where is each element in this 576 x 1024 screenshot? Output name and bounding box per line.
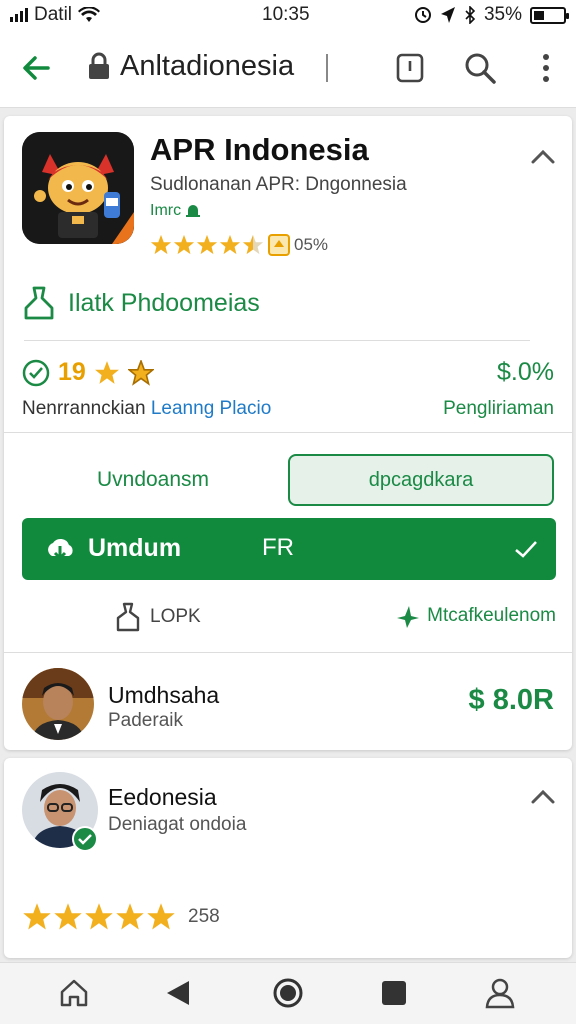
star-full-icon bbox=[196, 234, 218, 255]
back-arrow-icon[interactable] bbox=[18, 50, 54, 86]
verified-badge-icon bbox=[72, 826, 98, 852]
verified-icon bbox=[22, 359, 50, 386]
star-full-icon bbox=[219, 234, 241, 255]
signal-icon bbox=[10, 8, 28, 22]
badge-icon bbox=[268, 234, 290, 256]
stats-label-right: Pengliriaman bbox=[443, 398, 554, 419]
stats-rating: 19 bbox=[22, 358, 154, 387]
rating-stars bbox=[150, 234, 264, 256]
review-rating: 258 bbox=[22, 902, 220, 932]
seller-name: Umdhsaha bbox=[108, 682, 220, 708]
divider bbox=[24, 340, 530, 341]
stats-value: 19 bbox=[58, 358, 86, 386]
star-icon bbox=[94, 360, 119, 384]
tab-switcher-icon[interactable] bbox=[392, 50, 428, 86]
star-full-icon bbox=[147, 903, 175, 930]
star-outline-icon bbox=[127, 359, 154, 386]
app-rating: 05% bbox=[150, 234, 328, 256]
star-half-icon bbox=[242, 234, 264, 255]
wifi-icon bbox=[78, 7, 101, 22]
divider bbox=[4, 432, 572, 433]
more-options-icon[interactable] bbox=[528, 50, 564, 86]
bell-icon bbox=[186, 205, 201, 217]
bluetooth-icon bbox=[465, 6, 476, 24]
install-price: FR bbox=[262, 534, 294, 561]
search-icon[interactable] bbox=[462, 50, 498, 86]
app-bar: Anltadionesia bbox=[0, 30, 576, 108]
status-bar: Datil 10:35 35% bbox=[0, 0, 576, 30]
star-full-icon bbox=[23, 903, 51, 930]
alarm-icon bbox=[414, 7, 431, 23]
clock: 10:35 bbox=[262, 4, 310, 25]
page-title: Anltadionesia bbox=[120, 50, 295, 82]
share-label: LOPK bbox=[150, 606, 201, 627]
seller-price: $ 8.0R bbox=[468, 684, 554, 716]
location-icon bbox=[440, 7, 455, 23]
reviewer-subtitle: Deniagat ondoia bbox=[108, 814, 247, 835]
back-icon[interactable] bbox=[160, 975, 196, 1011]
tab-right-selected[interactable]: dpcagdkara bbox=[288, 454, 554, 506]
stats-price: $.0% bbox=[497, 358, 554, 386]
reviewer-name: Eedonesia bbox=[108, 784, 217, 810]
check-icon bbox=[515, 541, 537, 558]
install-label: Umdum bbox=[88, 534, 182, 562]
rating-text: 05% bbox=[294, 235, 329, 254]
seller-role: Paderaik bbox=[108, 710, 183, 731]
stats-label-link[interactable]: Leanng Placio bbox=[151, 398, 271, 419]
bottom-navigation bbox=[0, 962, 576, 1024]
star-full-icon bbox=[173, 234, 195, 255]
recommend-action[interactable]: Mtcafkeulenom bbox=[393, 602, 556, 630]
star-full-icon bbox=[150, 234, 172, 255]
text-cursor bbox=[326, 54, 328, 82]
package-icon bbox=[24, 286, 54, 320]
cloud-download-icon bbox=[48, 538, 73, 561]
divider bbox=[4, 652, 572, 653]
sparkle-icon bbox=[397, 606, 420, 628]
share-action[interactable]: LOPK bbox=[116, 602, 201, 632]
star-full-icon bbox=[85, 903, 113, 930]
tab-left[interactable]: Uvndoansm bbox=[24, 454, 282, 506]
review-card: Eedonesia Deniagat ondoia 258 bbox=[4, 758, 572, 958]
stats-label: Nenrrannckian Leanng Placio bbox=[22, 398, 271, 420]
app-subtitle: Sudlonanan APR: Dngonnesia bbox=[150, 174, 407, 195]
app-detail-card: APR Indonesia Sudlonanan APR: Dngonnesia… bbox=[4, 116, 572, 750]
share-icon bbox=[116, 602, 140, 632]
developer-name: Imrc bbox=[150, 202, 182, 219]
collapse-chevron-icon[interactable] bbox=[528, 142, 558, 172]
install-button[interactable]: Umdum FR bbox=[22, 518, 556, 580]
home-icon[interactable] bbox=[56, 975, 92, 1011]
app-name: APR Indonesia bbox=[150, 132, 369, 167]
lock-icon bbox=[89, 52, 109, 79]
stats-label-text: Nenrrannckian bbox=[22, 398, 146, 419]
review-stars bbox=[22, 902, 176, 932]
battery-percent: 35% bbox=[483, 4, 522, 25]
collapse-chevron-icon[interactable] bbox=[528, 782, 558, 812]
star-full-icon bbox=[116, 903, 144, 930]
app-icon[interactable] bbox=[22, 132, 134, 244]
battery-icon bbox=[530, 6, 569, 24]
seller-avatar[interactable] bbox=[22, 668, 94, 740]
profile-icon[interactable] bbox=[482, 975, 518, 1011]
review-count: 258 bbox=[188, 906, 220, 927]
info-link-label: Ilatk Phdoomeias bbox=[68, 288, 260, 317]
recents-icon[interactable] bbox=[376, 975, 412, 1011]
home-circle-icon[interactable] bbox=[270, 975, 306, 1011]
carrier-name: Datil bbox=[34, 4, 73, 25]
star-full-icon bbox=[54, 903, 82, 930]
info-link[interactable]: Ilatk Phdoomeias bbox=[24, 286, 260, 320]
developer-row[interactable]: Imrc bbox=[150, 202, 201, 220]
recommend-label: Mtcafkeulenom bbox=[427, 605, 556, 626]
